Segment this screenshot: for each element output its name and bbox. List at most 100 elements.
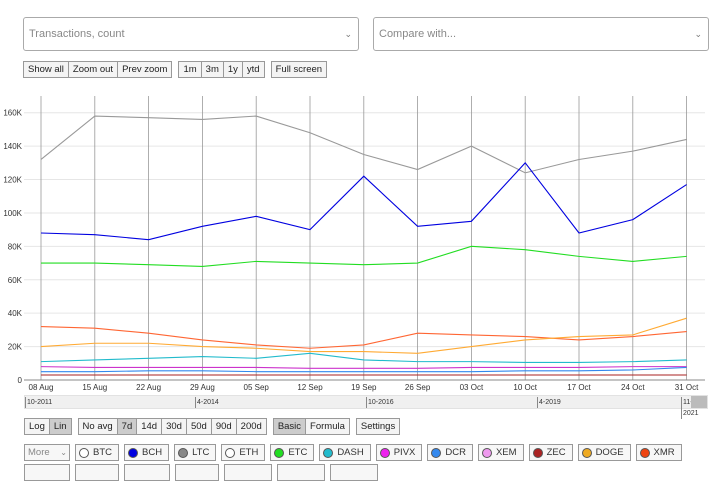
basic-mode-button[interactable]: Basic [272, 418, 307, 435]
avg-30d-button[interactable]: 30d [161, 418, 187, 435]
prev-zoom-button[interactable]: Prev zoom [117, 61, 173, 78]
range-3m-button[interactable]: 3m [200, 61, 224, 78]
transactions-chart[interactable]: 0 20K 40K 60K 80K 100K 120K 140K 160K 08 Aug 15 A… [0, 90, 720, 392]
y-tick-label: 60K [8, 276, 23, 285]
navigator-label: 10-2016 [366, 397, 394, 408]
x-tick-label: 29 Aug [190, 383, 215, 392]
y-tick-label: 100K [3, 209, 22, 218]
coin-label: DASH [337, 447, 364, 458]
formula-mode-button[interactable]: Formula [305, 418, 350, 435]
coin-label: ZEC [546, 447, 566, 458]
x-tick-label: 19 Sep [351, 383, 377, 392]
x-tick-label: 15 Aug [82, 383, 107, 392]
coin-toggle-bch[interactable]: BCH [124, 444, 170, 461]
x-tick-label: 10 Oct [513, 383, 537, 392]
y-tick-label: 20K [8, 343, 23, 352]
y-tick-label: 0 [18, 376, 23, 385]
zoom-out-button[interactable]: Zoom out [67, 61, 119, 78]
no-avg-button[interactable]: No avg [77, 418, 118, 435]
coin-color-dot [178, 447, 189, 458]
second-row-toggle[interactable] [277, 464, 325, 481]
second-row-toggle[interactable] [124, 464, 170, 481]
second-row-toggle[interactable] [175, 464, 219, 481]
x-tick-label: 22 Aug [136, 383, 161, 392]
coin-color-dot [274, 447, 285, 458]
navigator-label: 4-2019 [537, 397, 561, 408]
coin-toggle-zec[interactable]: ZEC [528, 444, 573, 461]
avg-200d-button[interactable]: 200d [235, 418, 267, 435]
show-all-button[interactable]: Show all [23, 61, 69, 78]
avg-14d-button[interactable]: 14d [136, 418, 163, 435]
coin-label: BCH [142, 447, 163, 458]
more-coins-select[interactable]: More ⌄ [24, 444, 70, 461]
second-row-toggle[interactable] [24, 464, 70, 481]
coin-toggle-xem[interactable]: XEM [477, 444, 524, 461]
x-tick-label: 12 Sep [297, 383, 323, 392]
coin-color-dot [532, 447, 543, 458]
navigator-label: 4-2014 [195, 397, 219, 408]
avg-90d-button[interactable]: 90d [210, 418, 237, 435]
x-tick-label: 05 Sep [244, 383, 270, 392]
compare-select[interactable]: Compare with... ⌄ [373, 17, 709, 51]
more-coins-label: More [28, 447, 50, 458]
coin-label: XEM [495, 447, 517, 458]
x-tick-label: 26 Sep [405, 383, 431, 392]
coin-label: BTC [93, 447, 112, 458]
log-scale-button[interactable]: Log [24, 418, 50, 435]
coin-label: PIVX [393, 447, 416, 458]
y-tick-label: 40K [8, 309, 23, 318]
coin-toggle-dash[interactable]: DASH [319, 444, 371, 461]
coin-color-dot [379, 447, 390, 458]
coin-label: XMR [653, 447, 675, 458]
chart-options: Log Lin No avg 7d 14d 30d 50d 90d 200d B… [24, 418, 401, 435]
navigator-handle[interactable] [691, 396, 707, 408]
coin-label: LTC [192, 447, 210, 458]
settings-button[interactable]: Settings [355, 418, 401, 435]
metric-select-value: Transactions, count [29, 28, 125, 40]
coin-toggle-xmr[interactable]: XMR [635, 444, 682, 461]
second-row-toggle[interactable] [224, 464, 272, 481]
second-row-toggle[interactable] [75, 464, 119, 481]
coin-label: ETC [288, 447, 308, 458]
range-1y-button[interactable]: 1y [222, 61, 243, 78]
x-tick-label: 31 Oct [675, 383, 699, 392]
coin-toggle-ltc[interactable]: LTC [174, 444, 217, 461]
x-tick-label: 17 Oct [567, 383, 591, 392]
coin-toggle-btc[interactable]: BTC [75, 444, 119, 461]
y-axis: 0 20K 40K 60K 80K 100K 120K 140K 160K [3, 109, 22, 385]
avg-7d-button[interactable]: 7d [116, 418, 138, 435]
y-tick-label: 140K [3, 142, 22, 151]
range-1m-button[interactable]: 1m [178, 61, 202, 78]
chevron-down-icon: ⌄ [60, 448, 67, 457]
coin-toggle-pivx[interactable]: PIVX [375, 444, 423, 461]
coin-color-dot [431, 447, 442, 458]
compare-select-value: Compare with... [379, 28, 457, 40]
y-tick-label: 80K [8, 242, 23, 251]
metric-select[interactable]: Transactions, count ⌄ [23, 17, 359, 51]
coin-color-dot [481, 447, 492, 458]
y-tick-label: 120K [3, 176, 22, 185]
toolbar: Show all Zoom out Prev zoom 1m 3m 1y ytd… [23, 61, 328, 78]
time-navigator[interactable]: 10-2011 4-2014 10-2016 4-2019 11-2021 [24, 395, 708, 419]
x-tick-label: 24 Oct [621, 383, 645, 392]
coin-color-dot [323, 447, 334, 458]
range-ytd-button[interactable]: ytd [241, 61, 265, 78]
coin-label: DCR [445, 447, 466, 458]
coin-label: ETH [239, 447, 259, 458]
coin-toggle-eth[interactable]: ETH [221, 444, 266, 461]
coin-color-dot [639, 447, 650, 458]
linear-scale-button[interactable]: Lin [48, 418, 72, 435]
x-axis: 08 Aug 15 Aug 22 Aug 29 Aug 05 Sep 12 Sep 19 S… [24, 379, 705, 392]
chevron-down-icon: ⌄ [344, 29, 352, 39]
chevron-down-icon: ⌄ [694, 29, 702, 39]
coin-color-dot [128, 447, 138, 458]
coin-color-dot [581, 447, 592, 458]
second-row-toggle[interactable] [330, 464, 378, 481]
x-tick-label: 08 Aug [29, 383, 54, 392]
avg-50d-button[interactable]: 50d [185, 418, 212, 435]
navigator-label: 10-2011 [25, 397, 53, 408]
full-screen-button[interactable]: Full screen [270, 61, 328, 78]
coin-toggle-doge[interactable]: DOGE [577, 444, 631, 461]
coin-toggle-etc[interactable]: ETC [270, 444, 315, 461]
coin-toggle-dcr[interactable]: DCR [427, 444, 473, 461]
